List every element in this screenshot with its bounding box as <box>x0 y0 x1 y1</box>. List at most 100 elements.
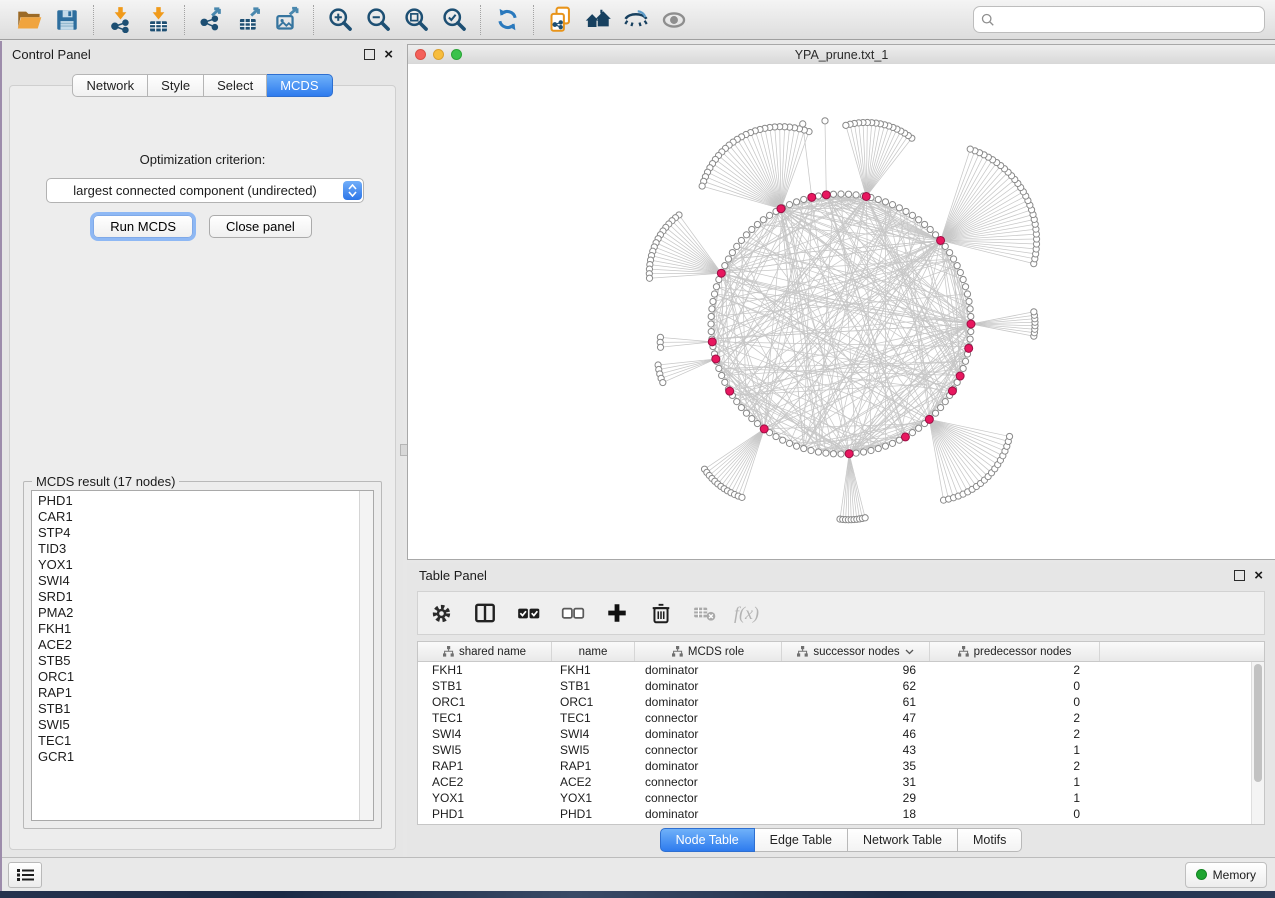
table-row[interactable]: SWI5SWI5connector431 <box>418 742 1252 758</box>
column-header-successor-nodes[interactable]: successor nodes <box>782 642 930 661</box>
list-item[interactable]: TEC1 <box>38 733 359 749</box>
zoom-out-icon[interactable] <box>359 4 397 36</box>
optimization-select[interactable]: largest connected component (undirected) <box>46 178 364 203</box>
tab-motifs[interactable]: Motifs <box>958 828 1022 852</box>
tab-style[interactable]: Style <box>148 74 204 97</box>
show-columns-icon[interactable] <box>470 598 500 628</box>
attribute-icon <box>443 646 454 657</box>
close-panel-button[interactable]: Close panel <box>209 215 312 238</box>
column-header-shared-name[interactable]: shared name <box>418 642 552 661</box>
deselect-all-icon[interactable] <box>558 598 588 628</box>
list-item[interactable]: ORC1 <box>38 669 359 685</box>
table-scrollbar[interactable] <box>1251 662 1264 824</box>
float-panel-icon[interactable] <box>364 49 375 60</box>
delete-column-icon[interactable] <box>646 598 676 628</box>
zoom-fit-icon[interactable] <box>397 4 435 36</box>
table-cell: SWI5 <box>418 743 552 757</box>
float-table-panel-icon[interactable] <box>1234 570 1245 581</box>
list-item[interactable]: SRD1 <box>38 589 359 605</box>
table-settings-gear-icon[interactable] <box>426 598 456 628</box>
main-toolbar <box>0 0 1275 40</box>
add-column-icon[interactable] <box>602 598 632 628</box>
list-item[interactable]: STP4 <box>38 525 359 541</box>
tab-node-table[interactable]: Node Table <box>660 828 755 852</box>
column-header-predecessor-nodes[interactable]: predecessor nodes <box>930 642 1100 661</box>
network-graph <box>408 64 1274 559</box>
table-row[interactable]: TEC1TEC1connector472 <box>418 710 1252 726</box>
mcds-panel: NetworkStyleSelectMCDS Optimization crit… <box>9 85 396 850</box>
search-input[interactable] <box>1000 12 1257 28</box>
close-panel-icon[interactable]: × <box>384 50 393 60</box>
attribute-icon <box>958 646 969 657</box>
table-cell: 46 <box>782 727 930 741</box>
list-item[interactable]: SWI4 <box>38 573 359 589</box>
list-item[interactable]: GCR1 <box>38 749 359 765</box>
table-cell: 43 <box>782 743 930 757</box>
zoom-selected-icon[interactable] <box>435 4 473 36</box>
table-cell: dominator <box>635 679 782 693</box>
memory-button[interactable]: Memory <box>1185 862 1267 888</box>
search-box[interactable] <box>973 6 1265 33</box>
zoom-in-icon[interactable] <box>321 4 359 36</box>
table-cell: ORC1 <box>552 695 635 709</box>
table-cell: dominator <box>635 759 782 773</box>
table-row[interactable]: STB1STB1dominator620 <box>418 678 1252 694</box>
clone-network-icon[interactable] <box>541 4 579 36</box>
tab-edge-table[interactable]: Edge Table <box>755 828 848 852</box>
search-icon <box>981 13 995 27</box>
list-item[interactable]: STB1 <box>38 701 359 717</box>
table-cell: 2 <box>930 711 1100 725</box>
column-label: name <box>579 646 608 658</box>
refresh-icon[interactable] <box>488 4 526 36</box>
select-all-icon[interactable] <box>514 598 544 628</box>
mcds-result-title: MCDS result (17 nodes) <box>32 474 179 489</box>
tab-mcds[interactable]: MCDS <box>267 74 332 97</box>
export-image-icon[interactable] <box>268 4 306 36</box>
table-row[interactable]: ACE2ACE2connector311 <box>418 774 1252 790</box>
table-row[interactable]: PHD1PHD1dominator180 <box>418 806 1252 822</box>
import-table-icon[interactable] <box>139 4 177 36</box>
mcds-result-list[interactable]: PHD1CAR1STP4TID3YOX1SWI4SRD1PMA2FKH1ACE2… <box>31 490 374 821</box>
table-row[interactable]: FKH1FKH1dominator962 <box>418 662 1252 678</box>
open-file-icon[interactable] <box>10 4 48 36</box>
table-cell: YOX1 <box>418 791 552 805</box>
network-canvas[interactable] <box>408 64 1275 559</box>
tab-select[interactable]: Select <box>204 74 267 97</box>
list-item[interactable]: YOX1 <box>38 557 359 573</box>
export-network-icon[interactable] <box>192 4 230 36</box>
list-item[interactable]: FKH1 <box>38 621 359 637</box>
neighbors-houses-icon[interactable] <box>579 4 617 36</box>
list-item[interactable]: PHD1 <box>38 493 359 509</box>
table-cell: PHD1 <box>418 807 552 821</box>
mcds-list-scrollbar[interactable] <box>359 491 373 820</box>
tab-network[interactable]: Network <box>72 74 148 97</box>
table-row[interactable]: RAP1RAP1dominator352 <box>418 758 1252 774</box>
list-item[interactable]: TID3 <box>38 541 359 557</box>
save-icon[interactable] <box>48 4 86 36</box>
close-table-panel-icon[interactable]: × <box>1254 571 1263 581</box>
export-table-icon[interactable] <box>230 4 268 36</box>
list-item[interactable]: RAP1 <box>38 685 359 701</box>
table-row[interactable]: SWI4SWI4dominator462 <box>418 726 1252 742</box>
list-item[interactable]: ACE2 <box>38 637 359 653</box>
node-table: shared name name MCDS rolesuccessor nodesp… <box>417 641 1265 825</box>
column-header-MCDS-role[interactable]: MCDS role <box>635 642 782 661</box>
list-item[interactable]: PMA2 <box>38 605 359 621</box>
hide-annotations-icon[interactable] <box>617 4 655 36</box>
table-row[interactable]: ORC1ORC1dominator610 <box>418 694 1252 710</box>
column-label: shared name <box>459 646 526 658</box>
control-panel-tabs: NetworkStyleSelectMCDS <box>10 74 395 97</box>
table-row[interactable]: YOX1YOX1connector291 <box>418 790 1252 806</box>
run-mcds-button[interactable]: Run MCDS <box>93 215 193 238</box>
task-history-button[interactable] <box>8 862 42 888</box>
column-header-name[interactable]: name <box>552 642 635 661</box>
tab-network-table[interactable]: Network Table <box>848 828 958 852</box>
table-cell: RAP1 <box>552 759 635 773</box>
show-eye-icon[interactable] <box>655 4 693 36</box>
table-cell: 1 <box>930 775 1100 789</box>
list-item[interactable]: CAR1 <box>38 509 359 525</box>
list-item[interactable]: SWI5 <box>38 717 359 733</box>
table-cell: ORC1 <box>418 695 552 709</box>
list-item[interactable]: STB5 <box>38 653 359 669</box>
import-network-icon[interactable] <box>101 4 139 36</box>
